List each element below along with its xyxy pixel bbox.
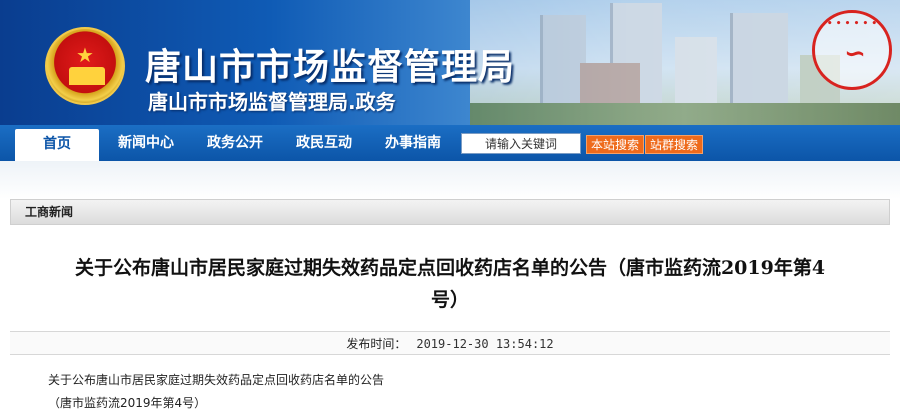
nav-shadow-strip [0, 161, 900, 199]
nav-item-service-guide[interactable]: 办事指南 [371, 125, 455, 161]
nav-item-public-interaction[interactable]: 政民互动 [282, 125, 366, 161]
publish-info: 发布时间： 2019-12-30 13:54:12 [10, 331, 890, 355]
article-body-line-2: （唐市监药流2019年第4号） [48, 396, 207, 410]
main-nav: 首页 新闻中心 政务公开 政民互动 办事指南 [0, 125, 900, 161]
site-banner: ★ 唐山市市场监督管理局 唐山市市场监督管理局.政务 • • • • • • ∽ [0, 0, 900, 125]
site-subtitle: 唐山市市场监督管理局.政务 [148, 90, 396, 114]
group-search-button[interactable]: 站群搜索 [645, 135, 704, 154]
section-label: 工商新闻 [25, 205, 74, 219]
search-input[interactable] [461, 133, 581, 154]
publish-time-label: 发布时间： [346, 337, 407, 351]
publish-time-value: 2019-12-30 13:54:12 [416, 337, 554, 351]
article-title-line-1: 关于公布唐山市居民家庭过期失效药品定点回收药店名单的公告（唐市监药流2019年第… [74, 257, 826, 279]
nav-item-home[interactable]: 首页 [15, 129, 99, 161]
nav-item-news-center[interactable]: 新闻中心 [104, 125, 188, 161]
article-title-line-2: 号） [430, 289, 469, 311]
site-search-button[interactable]: 本站搜索 [586, 135, 645, 154]
section-header: 工商新闻 [10, 199, 890, 225]
site-title: 唐山市市场监督管理局 [145, 47, 516, 88]
article-body-line-1: 关于公布唐山市居民家庭过期失效药品定点回收药店名单的公告 [48, 373, 385, 387]
national-emblem-logo: ★ [45, 27, 125, 105]
nav-item-government-affairs[interactable]: 政务公开 [193, 125, 277, 161]
tangshan-government-seal-logo: • • • • • • ∽ [812, 10, 892, 90]
article-title: 关于公布唐山市居民家庭过期失效药品定点回收药店名单的公告（唐市监药流2019年第… [20, 252, 880, 316]
